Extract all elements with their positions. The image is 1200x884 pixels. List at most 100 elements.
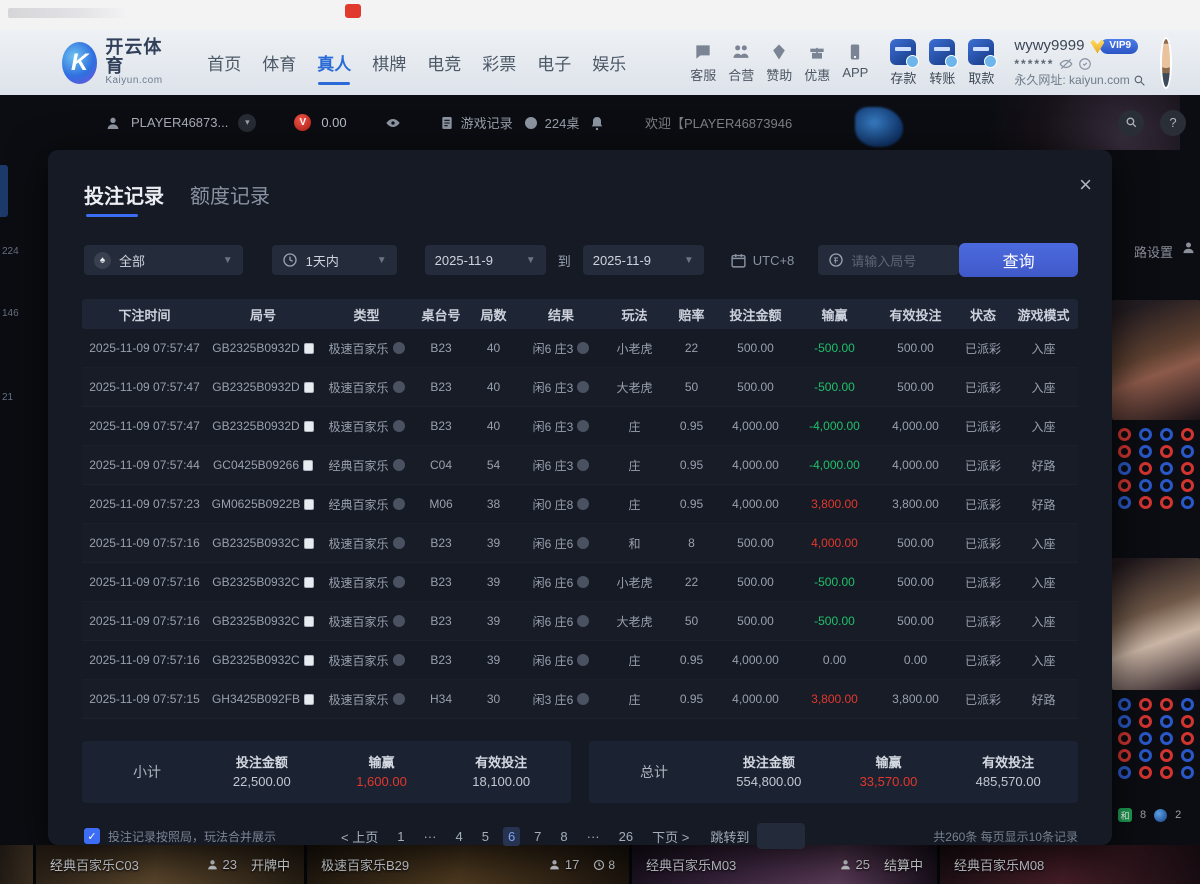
info-icon[interactable]	[393, 420, 405, 432]
page-button[interactable]: 4	[450, 827, 467, 846]
live-table-tile[interactable]: 经典百家乐M03 25 结算中	[632, 845, 937, 884]
modal-tab[interactable]: 额度记录	[190, 180, 270, 217]
bell-icon[interactable]	[589, 115, 605, 131]
coin-icon: V	[294, 114, 311, 131]
dealer-video-thumb[interactable]	[1112, 300, 1200, 420]
merge-checkbox[interactable]: ✓	[84, 828, 100, 844]
page-button[interactable]: 26	[614, 827, 638, 846]
copy-icon[interactable]	[304, 382, 314, 393]
avatar[interactable]	[1160, 37, 1172, 89]
copy-icon[interactable]	[303, 460, 313, 471]
nav-item[interactable]: 电竞	[427, 44, 461, 81]
deposit-link[interactable]: 存款	[890, 39, 916, 87]
page-button[interactable]: ···	[418, 827, 441, 846]
chevron-down-icon[interactable]: ▾	[238, 114, 256, 132]
info-icon[interactable]	[393, 498, 405, 510]
page-button[interactable]: ···	[582, 827, 605, 846]
nav-item[interactable]: 娱乐	[592, 44, 626, 81]
magnifier-icon[interactable]	[1133, 74, 1146, 87]
timezone-toggle[interactable]: UTC+8	[730, 252, 795, 269]
jump-page-input[interactable]	[757, 823, 805, 849]
modal-tab[interactable]: 投注记录	[84, 180, 164, 217]
copy-icon[interactable]	[304, 343, 314, 354]
nav-item[interactable]: 电子	[537, 44, 571, 81]
page-button[interactable]: 8	[555, 827, 572, 846]
nav-item[interactable]: 真人	[317, 44, 351, 81]
page-button[interactable]: 5	[477, 827, 494, 846]
info-icon[interactable]	[393, 342, 405, 354]
cell-game-mode: 入座	[1010, 613, 1077, 630]
copy-icon[interactable]	[304, 577, 314, 588]
cell-game-type: 极速百家乐	[319, 379, 414, 396]
page-button[interactable]: < 上页	[336, 825, 383, 848]
cell-game-type: 极速百家乐	[319, 340, 414, 357]
copy-icon[interactable]	[304, 538, 314, 549]
cell-bet-amount: 4,000.00	[717, 458, 794, 472]
page-button[interactable]: 7	[529, 827, 546, 846]
result-info-icon[interactable]	[577, 654, 589, 666]
app-link[interactable]: APP	[842, 42, 868, 84]
date-from-picker[interactable]: 2025-11-9 ▼	[425, 245, 546, 275]
page-button[interactable]: 6	[503, 827, 520, 846]
result-info-icon[interactable]	[577, 342, 589, 354]
vip-badge[interactable]: VIP9	[1090, 39, 1138, 54]
info-icon[interactable]	[393, 654, 405, 666]
partners-link[interactable]: 合营	[728, 42, 754, 84]
search-button[interactable]	[1118, 110, 1144, 136]
info-icon[interactable]	[393, 537, 405, 549]
cell-valid-bet: 4,000.00	[875, 458, 956, 472]
game-record-link[interactable]: 游戏记录	[439, 113, 513, 132]
sponsor-link[interactable]: 赞助	[766, 42, 792, 84]
info-icon[interactable]	[393, 459, 405, 471]
site-logo[interactable]: K 开云体育 Kaiyun.com	[62, 38, 169, 86]
result-info-icon[interactable]	[577, 381, 589, 393]
table-row: 2025-11-09 07:57:16 GB2325B0932C 极速百家乐 B…	[82, 563, 1078, 602]
info-icon[interactable]	[393, 615, 405, 627]
info-icon[interactable]	[393, 693, 405, 705]
game-type-select[interactable]: ♠ 全部 ▼	[84, 245, 243, 275]
tables-count-link[interactable]: 224桌	[523, 113, 580, 132]
nav-item[interactable]: 彩票	[482, 44, 516, 81]
copy-icon[interactable]	[304, 421, 314, 432]
result-info-icon[interactable]	[577, 615, 589, 627]
result-info-icon[interactable]	[577, 459, 589, 471]
withdraw-link[interactable]: 取款	[968, 39, 994, 87]
table-tile-partial[interactable]	[0, 845, 33, 884]
cell-bet-amount: 500.00	[717, 341, 794, 355]
result-info-icon[interactable]	[577, 537, 589, 549]
dealer-video-thumb[interactable]	[1112, 558, 1200, 690]
nav-item[interactable]: 体育	[262, 44, 296, 81]
records-count-note: 共260条 每页显示10条记录	[933, 828, 1078, 845]
nav-item[interactable]: 首页	[207, 44, 241, 81]
eye-off-icon[interactable]	[1059, 57, 1073, 71]
eye-icon[interactable]	[385, 115, 401, 131]
close-icon[interactable]: ×	[1079, 174, 1092, 196]
nav-item[interactable]: 棋牌	[372, 44, 406, 81]
live-table-tile[interactable]: 经典百家乐M08	[940, 845, 1200, 884]
live-table-tile[interactable]: 极速百家乐B29 17 8	[307, 845, 629, 884]
result-info-icon[interactable]	[577, 498, 589, 510]
info-icon[interactable]	[393, 576, 405, 588]
page-button[interactable]: 下页 >	[647, 825, 694, 848]
copy-icon[interactable]	[304, 616, 314, 627]
cell-round-count: 39	[468, 653, 519, 667]
service-link[interactable]: 客服	[690, 42, 716, 84]
live-table-tile[interactable]: 经典百家乐C03 23 开牌中	[36, 845, 304, 884]
date-to-picker[interactable]: 2025-11-9 ▼	[583, 245, 704, 275]
info-icon[interactable]	[393, 381, 405, 393]
time-range-select[interactable]: 1天内 ▼	[272, 245, 397, 275]
transfer-link[interactable]: 转账	[929, 39, 955, 87]
result-info-icon[interactable]	[577, 693, 589, 705]
help-button[interactable]: ?	[1160, 110, 1186, 136]
refresh-circle-icon[interactable]	[1078, 57, 1092, 71]
page-button[interactable]: 1	[392, 827, 409, 846]
query-button[interactable]: 查询	[959, 243, 1078, 277]
result-info-icon[interactable]	[577, 420, 589, 432]
result-info-icon[interactable]	[577, 576, 589, 588]
copy-icon[interactable]	[304, 694, 314, 705]
copy-icon[interactable]	[304, 499, 314, 510]
round-search-input[interactable]: 请输入局号	[818, 245, 959, 275]
copy-icon[interactable]	[304, 655, 314, 666]
promo-link[interactable]: 优惠	[804, 42, 830, 84]
players-icon	[839, 858, 852, 871]
